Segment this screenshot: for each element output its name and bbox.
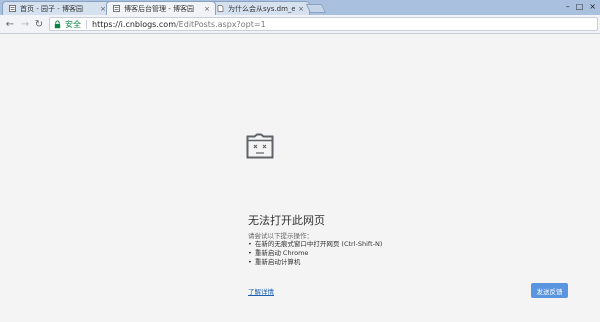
tab-label: 博客后台管理 - 博客园 xyxy=(124,4,194,13)
close-icon[interactable]: × xyxy=(589,2,596,11)
suggestions-list: 在新的无痕式窗口中打开网页 (Ctrl-Shift-N) 重新启动 Chrome… xyxy=(248,240,383,267)
url-host: https://i.cnblogs.com xyxy=(92,19,176,29)
learn-more-link[interactable]: 了解详情 xyxy=(248,286,274,296)
page-favicon-icon xyxy=(217,5,224,12)
url-path: /EditPosts.aspx?opt=1 xyxy=(175,19,266,29)
window-controls: – □ × xyxy=(566,0,596,12)
address-bar[interactable]: 安全 https://i.cnblogs.com /EditPosts.aspx… xyxy=(49,17,598,31)
tab-strip: 首页 - 园子 - 博客园 × 博客后台管理 - 博客园 × 为什么会从sys.… xyxy=(0,0,600,15)
sad-page-icon xyxy=(246,133,274,163)
list-item: 重新启动计算机 xyxy=(248,258,382,267)
error-heading: 无法打开此网页 xyxy=(248,214,325,227)
back-button[interactable]: ← xyxy=(3,17,17,31)
cnblogs-favicon-icon xyxy=(113,5,120,12)
tab-close-icon[interactable]: × xyxy=(204,5,210,13)
secure-label: 安全 xyxy=(65,19,81,29)
list-item: 重新启动 Chrome xyxy=(248,249,382,258)
tab-label: 首页 - 园子 - 博客园 xyxy=(20,4,83,13)
divider xyxy=(86,19,87,29)
cnblogs-favicon-icon xyxy=(9,5,16,12)
tab-sys-dm-exec[interactable]: 为什么会从sys.dm_exec... × xyxy=(210,1,310,15)
forward-button[interactable]: → xyxy=(18,17,32,31)
list-item: 在新的无痕式窗口中打开网页 (Ctrl-Shift-N) xyxy=(248,240,383,249)
lock-icon[interactable] xyxy=(54,19,62,29)
send-feedback-button[interactable]: 发送反馈 xyxy=(531,283,568,298)
new-tab-button[interactable] xyxy=(305,4,327,13)
minimize-icon[interactable]: – xyxy=(566,2,570,11)
tab-label: 为什么会从sys.dm_exec... xyxy=(228,4,296,13)
tab-cnblogs-home[interactable]: 首页 - 园子 - 博客园 × xyxy=(2,1,112,15)
suggestions-hint: 请尝试以下提示操作： xyxy=(248,232,313,240)
tab-blog-admin[interactable]: 博客后台管理 - 博客园 × xyxy=(106,1,216,15)
reload-button[interactable]: ↻ xyxy=(32,17,46,31)
error-page: 无法打开此网页 请尝试以下提示操作： 在新的无痕式窗口中打开网页 (Ctrl-S… xyxy=(0,34,600,322)
tab-close-icon[interactable]: × xyxy=(298,5,304,13)
maximize-icon[interactable]: □ xyxy=(576,2,584,11)
browser-toolbar: ← → ↻ 安全 https://i.cnblogs.com /EditPost… xyxy=(0,15,600,34)
